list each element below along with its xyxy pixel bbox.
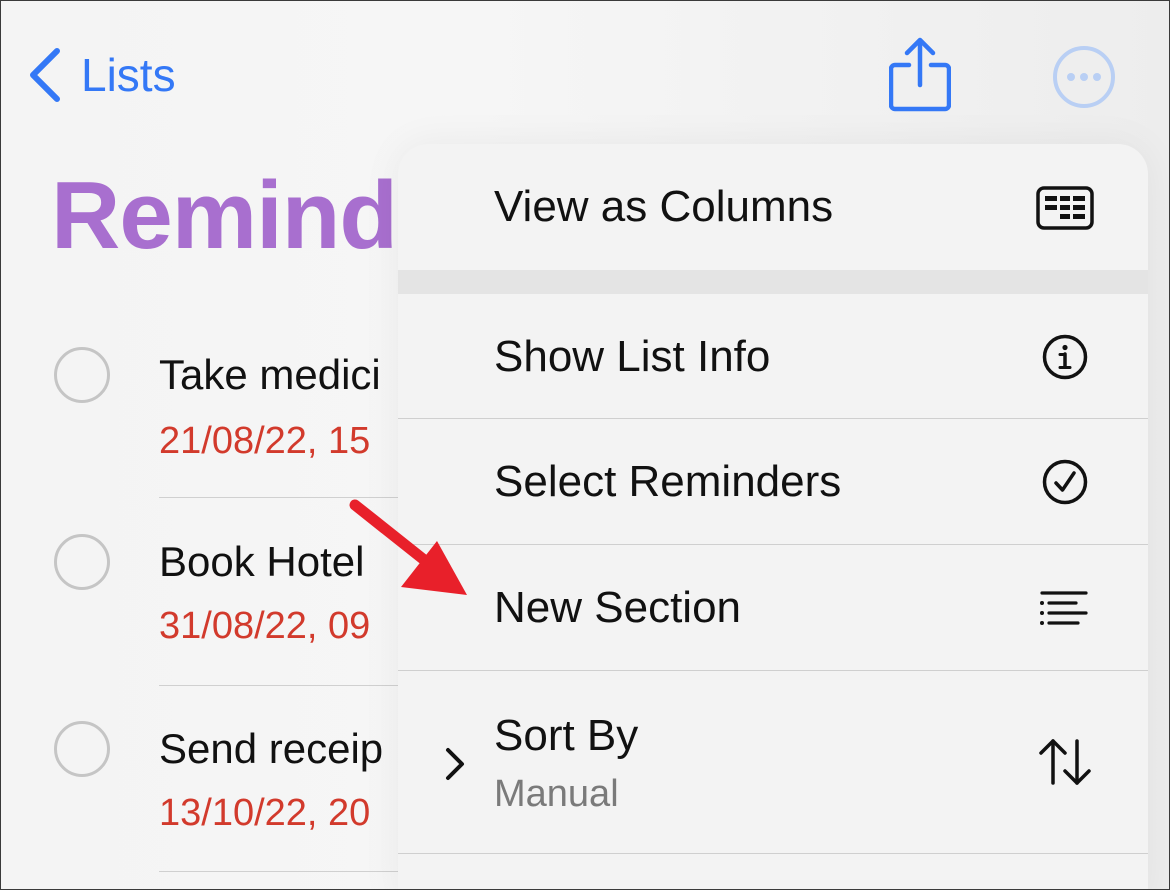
reminder-checkbox[interactable] <box>54 721 110 777</box>
info-icon <box>1042 334 1088 385</box>
menu-item-new-section[interactable]: New Section <box>398 545 1148 670</box>
menu-item-view-as-columns[interactable]: View as Columns <box>398 144 1148 270</box>
row-divider <box>159 871 421 872</box>
sort-arrows-icon <box>1036 737 1094 792</box>
list-title: Remind <box>51 162 398 269</box>
reminder-title: Take medici <box>159 351 381 398</box>
share-button[interactable] <box>888 37 952 118</box>
text-align-left-icon <box>1038 589 1090 634</box>
menu-item-label: View as Columns <box>494 182 834 231</box>
menu-divider <box>398 853 1148 854</box>
red-arrow-icon <box>341 491 481 616</box>
menu-group-separator <box>398 270 1148 294</box>
menu-item-label: New Section <box>494 583 742 632</box>
more-button[interactable] <box>1052 45 1116 109</box>
columns-icon <box>1036 186 1094 235</box>
back-button-label: Lists <box>81 49 176 101</box>
menu-item-label: Select Reminders <box>494 457 842 506</box>
menu-item-select-reminders[interactable]: Select Reminders <box>398 419 1148 544</box>
reminder-date: 21/08/22, 15 <box>159 420 371 462</box>
ellipsis-circle-icon <box>1052 46 1116 113</box>
menu-item-label: Show List Info <box>494 332 771 381</box>
menu-item-sublabel: Manual <box>494 773 619 815</box>
reminder-date: 13/10/22, 20 <box>159 792 371 834</box>
reminder-title: Book Hotel <box>159 538 365 585</box>
reminder-title: Send receip <box>159 725 384 772</box>
reminder-checkbox[interactable] <box>54 534 110 590</box>
context-menu: View as Columns Show List Info Select Re… <box>398 144 1148 889</box>
reminder-row[interactable]: Send receip 13/10/22, 20 <box>1 685 421 872</box>
back-button[interactable]: Lists <box>27 45 176 105</box>
reminder-row[interactable]: Take medici 21/08/22, 15 <box>1 311 421 498</box>
menu-item-sort-by[interactable]: Sort By Manual <box>398 671 1148 853</box>
screen: Lists Remind Take medici 21/08/22, 15 Bo… <box>0 0 1170 890</box>
menu-item-label: Sort By <box>494 711 639 760</box>
reminder-checkbox[interactable] <box>54 347 110 403</box>
chevron-left-icon <box>27 45 63 105</box>
chevron-right-icon <box>444 747 466 786</box>
menu-item-show-list-info[interactable]: Show List Info <box>398 294 1148 418</box>
checkmark-circle-icon <box>1042 459 1088 510</box>
share-icon <box>888 37 952 117</box>
reminder-date: 31/08/22, 09 <box>159 605 371 647</box>
